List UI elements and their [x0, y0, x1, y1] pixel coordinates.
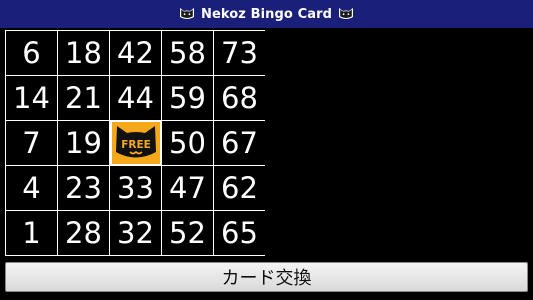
bingo-cell[interactable]: 44: [110, 76, 161, 120]
free-space-label: FREE: [121, 139, 151, 151]
exchange-card-button[interactable]: カード交換: [5, 262, 528, 292]
bingo-card: 6 18 42 58 73 14 21 44 59 68 7 19 FREE 5…: [5, 30, 265, 256]
bingo-cell[interactable]: 50: [162, 121, 213, 165]
bingo-cell[interactable]: 23: [58, 166, 109, 210]
bingo-cell[interactable]: 58: [162, 31, 213, 75]
bingo-cell[interactable]: 62: [214, 166, 265, 210]
bingo-cell[interactable]: 59: [162, 76, 213, 120]
bingo-cell[interactable]: 1: [6, 211, 57, 255]
bingo-cell[interactable]: 4: [6, 166, 57, 210]
bingo-cell[interactable]: 28: [58, 211, 109, 255]
free-space-tile: FREE: [111, 122, 160, 164]
bingo-app: Nekoz Bingo Card 6 18 42 58 73 14 21 44 …: [0, 0, 533, 300]
bingo-cell[interactable]: 42: [110, 31, 161, 75]
title-bar: Nekoz Bingo Card: [0, 0, 533, 28]
bingo-cell[interactable]: 21: [58, 76, 109, 120]
bingo-cell[interactable]: 73: [214, 31, 265, 75]
bingo-cell[interactable]: 14: [6, 76, 57, 120]
cat-icon: [339, 8, 354, 19]
free-space-cell[interactable]: FREE: [110, 121, 161, 165]
bingo-cell[interactable]: 32: [110, 211, 161, 255]
bingo-cell[interactable]: 68: [214, 76, 265, 120]
bingo-cell[interactable]: 47: [162, 166, 213, 210]
bingo-cell[interactable]: 67: [214, 121, 265, 165]
bingo-cell[interactable]: 33: [110, 166, 161, 210]
bingo-cell[interactable]: 65: [214, 211, 265, 255]
cat-icon: [179, 8, 194, 19]
bingo-cell[interactable]: 52: [162, 211, 213, 255]
cat-face-icon: FREE: [115, 126, 156, 158]
bingo-cell[interactable]: 7: [6, 121, 57, 165]
bingo-cell[interactable]: 18: [58, 31, 109, 75]
bingo-cell[interactable]: 6: [6, 31, 57, 75]
page-title: Nekoz Bingo Card: [200, 6, 333, 22]
bingo-cell[interactable]: 19: [58, 121, 109, 165]
